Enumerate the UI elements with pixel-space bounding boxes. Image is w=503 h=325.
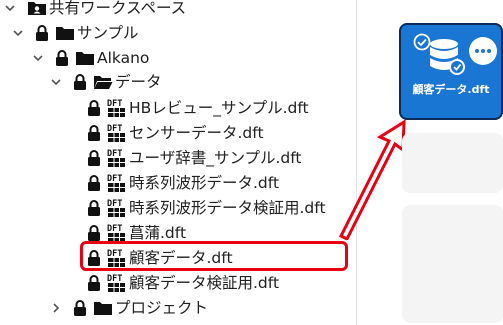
lock-icon [73,74,87,90]
file-name: 時系列波形データ.dft [129,174,280,192]
highlight-box [80,241,348,271]
file-item[interactable]: DFT 時系列波形データ.dft [87,171,279,195]
file-item[interactable]: DFT 時系列波形データ検証用.dft [87,196,326,220]
placeholder-card [402,133,503,193]
chevron-down-icon[interactable] [11,26,25,40]
database-icon [430,39,465,75]
svg-text:DFT: DFT [107,149,122,159]
file-tree: 共有ワークスペース サンプル Alkano データ DFT HBレビュー_サンプ… [0,0,370,325]
lock-icon [87,225,101,241]
dft-file-icon: DFT [107,173,126,193]
svg-text:DFT: DFT [107,124,122,134]
annotation-arrow [338,119,406,240]
file-name: HBレビュー_サンプル.dft [129,99,309,117]
chevron-down-icon[interactable] [31,51,45,65]
file-name: 時系列波形データ検証用.dft [129,199,326,217]
svg-text:DFT: DFT [107,274,122,284]
lock-icon [35,25,49,41]
folder-icon [55,25,75,41]
dft-file-icon: DFT [107,223,126,243]
more-options-icon[interactable] [469,37,497,65]
tree-item-label: サンプル [77,24,139,42]
dft-file-icon: DFT [107,148,126,168]
dft-file-icon: DFT [107,98,126,118]
tree-item-shared-workspace[interactable]: 共有ワークスペース [3,0,186,20]
tree-item-project[interactable]: プロジェクト [49,296,208,320]
svg-text:DFT: DFT [107,99,122,109]
tree-item-label: Alkano [97,49,150,67]
lock-icon [87,100,101,116]
tree-item-sample[interactable]: サンプル [11,21,139,45]
file-item[interactable]: DFT センサーデータ.dft [87,121,264,145]
lock-icon [87,275,101,291]
chevron-down-icon[interactable] [49,75,63,89]
tree-item-alkano[interactable]: Alkano [31,46,149,70]
chevron-right-icon[interactable] [49,301,63,315]
folder-icon [93,300,113,316]
lock-icon [87,200,101,216]
dft-file-icon: DFT [107,123,126,143]
file-name: センサーデータ.dft [129,124,264,142]
lock-icon [87,175,101,191]
lock-icon [55,50,69,66]
tree-item-data[interactable]: データ [49,70,162,94]
svg-text:DFT: DFT [107,199,122,209]
svg-text:DFT: DFT [107,224,122,234]
chevron-down-icon[interactable] [3,1,17,15]
svg-text:DFT: DFT [107,174,122,184]
tree-item-label: 共有ワークスペース [49,0,187,17]
dft-file-icon: DFT [107,198,126,218]
tree-item-label: プロジェクト [115,299,209,317]
dataset-card[interactable]: 顧客データ.dft [399,23,503,120]
file-item[interactable]: DFT ユーザ辞書_サンプル.dft [87,146,302,170]
lock-icon [73,300,87,316]
folder-open-icon [93,74,113,90]
dft-file-icon: DFT [107,273,126,293]
file-name: 顧客データ検証用.dft [129,274,280,292]
folder-icon [75,50,95,66]
file-item[interactable]: DFT HBレビュー_サンプル.dft [87,96,309,120]
file-item[interactable]: DFT 顧客データ検証用.dft [87,271,279,295]
tree-item-label: データ [115,73,162,91]
lock-icon [87,125,101,141]
placeholder-card [402,205,503,323]
card-title: 顧客データ.dft [412,83,490,96]
lock-icon [87,150,101,166]
shared-workspace-icon [27,0,47,16]
file-name: ユーザ辞書_サンプル.dft [129,149,302,167]
